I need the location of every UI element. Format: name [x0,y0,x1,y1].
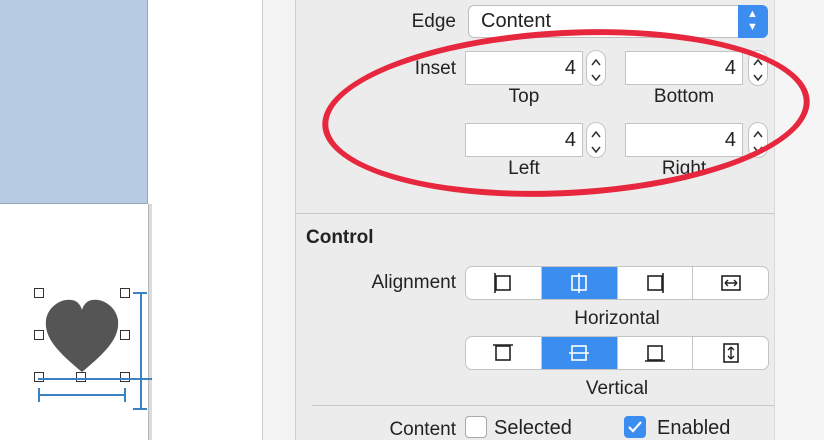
alignment-label: Alignment [371,272,457,293]
edge-popup-value: Content [481,10,552,32]
resize-handle-top-right[interactable] [120,288,130,298]
resize-handle-top-left[interactable] [34,288,44,298]
storyboard-canvas[interactable] [0,0,154,440]
vertical-alignment-control[interactable] [465,336,769,370]
align-middle-icon [569,345,590,361]
enabled-checkbox[interactable] [624,416,646,438]
section-divider [312,405,774,406]
resize-handle-bottom[interactable] [76,372,86,382]
checkmark-icon [628,421,642,433]
content-label: Content [389,419,456,440]
vertical-constraint-cap-top [133,292,147,294]
heart-button[interactable] [34,288,130,382]
align-left-button[interactable] [466,267,542,299]
horizontal-alignment-control[interactable] [465,266,769,300]
vertical-caption: Vertical [585,378,649,399]
chevron-up-down-icon: ▲ ▼ [738,5,768,38]
horizontal-constraint-guide [38,394,126,396]
align-middle-button[interactable] [541,337,618,369]
horizontal-caption: Horizontal [574,308,660,329]
edge-label: Edge [411,11,456,32]
heart-icon [45,299,119,372]
align-right-button[interactable] [618,267,694,299]
align-right-icon [647,273,664,293]
control-section-title: Control [306,227,374,248]
selected-label: Selected [494,417,572,439]
resize-handle-bottom-right[interactable] [120,372,130,382]
vertical-constraint-cap-bottom [133,408,147,410]
align-bottom-icon [644,345,665,362]
resize-handle-right[interactable] [120,330,130,340]
resize-handle-left[interactable] [34,330,44,340]
horizontal-constraint-cap-left [38,388,40,402]
resize-handle-bottom-left[interactable] [34,372,44,382]
align-left-icon [494,273,512,293]
section-divider [296,213,774,214]
vertical-constraint-guide [140,292,142,410]
align-fill-vertical-button[interactable] [693,337,768,369]
horizontal-constraint-cap-right [124,388,126,402]
align-top-icon [493,344,514,361]
align-fill-button[interactable] [693,267,768,299]
inspector-separator [262,0,296,440]
fill-vertical-icon [722,343,739,363]
horizontal-baseline-guide [38,378,154,380]
enabled-label: Enabled [657,417,731,439]
selected-checkbox[interactable] [465,416,487,438]
selected-view-region[interactable] [0,0,148,204]
align-center-button[interactable] [541,267,618,299]
align-top-button[interactable] [466,337,542,369]
editor-gutter [152,0,262,440]
align-bottom-button[interactable] [618,337,694,369]
fill-horizontal-icon [720,275,741,291]
align-center-icon [571,273,587,293]
